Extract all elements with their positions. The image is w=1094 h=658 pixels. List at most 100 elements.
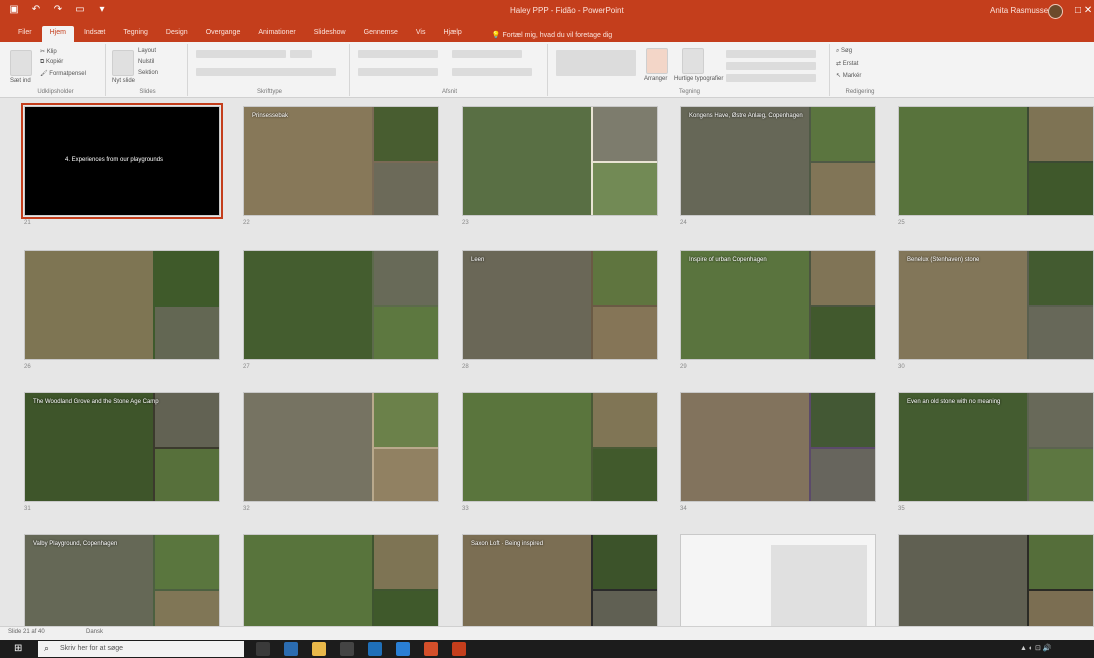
slide-thumbnail[interactable] <box>243 392 439 502</box>
slide-title: Inspire of urban Copenhagen <box>689 257 767 263</box>
align-buttons[interactable] <box>358 68 438 76</box>
slide-photo <box>681 107 809 215</box>
tab-slideshow[interactable]: Slideshow <box>306 26 354 42</box>
file-explorer-icon[interactable] <box>312 642 326 656</box>
slide-thumbnail[interactable]: Leen <box>462 250 658 360</box>
shape-effects-button[interactable] <box>726 74 816 82</box>
tab-gennemse[interactable]: Gennemse <box>356 26 406 42</box>
font-name-select[interactable] <box>196 50 286 58</box>
shapes-gallery[interactable] <box>556 50 636 76</box>
cut-button[interactable]: ✂ Klip <box>40 48 57 55</box>
powerpoint-icon[interactable] <box>452 642 466 656</box>
reset-button[interactable]: Nulstil <box>138 59 154 65</box>
new-slide-button[interactable] <box>112 50 134 76</box>
user-name[interactable]: Anita Rasmussen <box>990 6 1053 15</box>
slide-thumbnail[interactable]: Even an old stone with no meaning <box>898 392 1094 502</box>
slide-thumbnail[interactable]: Inspire of urban Copenhagen <box>680 250 876 360</box>
tab-animationer[interactable]: Animationer <box>250 26 303 42</box>
window-controls[interactable]: □ ✕ <box>1075 5 1092 16</box>
slide-title: 4. Experiences from our playgrounds <box>65 157 164 163</box>
slide-number: 29 <box>680 364 687 370</box>
font-format-buttons[interactable] <box>196 68 336 76</box>
tell-me-search[interactable]: 💡 Fortæl mig, hvad du vil foretage dig <box>484 28 620 42</box>
slide-thumbnail[interactable]: Saxon Loft · Being inspired <box>462 534 658 626</box>
slide-photo <box>1029 107 1093 161</box>
window-title: Haley PPP - Fidão - PowerPoint <box>510 6 624 15</box>
tab-hjem[interactable]: Hjem <box>41 26 74 42</box>
save-icon[interactable]: ▣ <box>8 4 20 16</box>
slide-photo <box>681 251 809 359</box>
shape-outline-button[interactable] <box>726 62 816 70</box>
quick-styles-button[interactable] <box>682 48 704 74</box>
arrange-button[interactable] <box>646 48 668 74</box>
arrange-label: Arranger <box>644 76 668 82</box>
tell-me-label: Fortæl mig, hvad du vil foretage dig <box>502 32 613 39</box>
shape-fill-button[interactable] <box>726 50 816 58</box>
slide-thumbnail[interactable]: Valby Playground, Copenhagen <box>24 534 220 626</box>
slide-thumbnail[interactable]: Prinsessebak <box>243 106 439 216</box>
system-tray[interactable]: ▲ ◐ ⊡ 🔊 <box>1020 644 1052 652</box>
start-presentation-icon[interactable]: ▭ <box>74 4 86 16</box>
copy-button[interactable]: ⧉ Kopiér <box>40 59 63 66</box>
slide-photo <box>25 251 153 359</box>
find-button[interactable]: ⌕ Søg <box>836 48 852 55</box>
tab-filer[interactable]: Filer <box>10 26 40 42</box>
slide-number: 21 <box>24 220 31 226</box>
slide-thumbnail[interactable]: 4. Experiences from our playgrounds <box>21 103 223 219</box>
slide-number: 25 <box>898 220 905 226</box>
skype-icon[interactable] <box>396 642 410 656</box>
format-painter-button[interactable]: 🖌 Formatpensel <box>40 70 86 77</box>
taskbar-search-input[interactable]: ⌕ Skriv her for at søge <box>38 641 244 657</box>
select-button[interactable]: ↖ Markér <box>836 72 861 79</box>
slide-thumbnail[interactable] <box>898 534 1094 626</box>
list-buttons[interactable] <box>358 50 438 58</box>
undo-icon[interactable]: ↶ <box>30 4 42 16</box>
redo-icon[interactable]: ↷ <box>52 4 64 16</box>
avatar[interactable] <box>1048 4 1063 19</box>
tab-overgange[interactable]: Overgange <box>198 26 249 42</box>
slide-sorter-canvas[interactable]: 4. Experiences from our playgrounds 21 Pri… <box>0 98 1094 626</box>
tab-design[interactable]: Design <box>158 26 196 42</box>
slide-title: Benelux (Stenhaven) stone <box>907 257 980 263</box>
paste-label: Sæt ind <box>10 78 31 84</box>
edge-icon[interactable] <box>284 642 298 656</box>
slide-thumbnail[interactable] <box>462 392 658 502</box>
slide-photo <box>1029 449 1093 501</box>
font-size-select[interactable] <box>290 50 312 58</box>
tab-tegning[interactable]: Tegning <box>115 26 156 42</box>
slide-thumbnail[interactable] <box>243 250 439 360</box>
slide-thumbnail[interactable] <box>680 392 876 502</box>
paste-button[interactable] <box>10 50 32 76</box>
slide-thumbnail[interactable] <box>243 534 439 626</box>
mail-icon[interactable] <box>368 642 382 656</box>
search-icon: ⌕ <box>44 643 50 653</box>
slide-thumbnail[interactable] <box>24 250 220 360</box>
tab-hjælp[interactable]: Hjælp <box>435 26 469 42</box>
smartart-button[interactable] <box>452 68 532 76</box>
slide-photo <box>244 107 372 215</box>
language-indicator[interactable]: Dansk <box>86 629 103 635</box>
slide-thumbnail[interactable]: Benelux (Stenhaven) stone <box>898 250 1094 360</box>
tab-indsæt[interactable]: Indsæt <box>76 26 113 42</box>
customize-icon[interactable]: ▾ <box>96 4 108 16</box>
slide-photo <box>374 251 438 305</box>
text-direction-buttons[interactable] <box>452 50 522 58</box>
layout-button[interactable]: Layout <box>138 48 156 54</box>
replace-button[interactable]: ⇄ Erstat <box>836 60 858 67</box>
chrome-icon[interactable] <box>424 642 438 656</box>
slide-thumbnail[interactable] <box>898 106 1094 216</box>
slide-thumbnail[interactable] <box>462 106 658 216</box>
tab-vis[interactable]: Vis <box>408 26 434 42</box>
store-icon[interactable] <box>340 642 354 656</box>
slide-photo <box>593 449 657 501</box>
slide-photo <box>899 393 1027 501</box>
slide-photo <box>25 535 153 626</box>
ribbon: Sæt ind ✂ Klip ⧉ Kopiér 🖌 Formatpensel U… <box>0 42 1094 98</box>
windows-start-icon[interactable]: ⊞ <box>14 644 24 654</box>
slide-thumbnail[interactable]: Kongens Have, Østre Anlæg, Copenhagen <box>680 106 876 216</box>
section-button[interactable]: Sektion <box>138 70 158 76</box>
task-view-icon[interactable] <box>256 642 270 656</box>
slide-thumbnail[interactable] <box>680 534 876 626</box>
slide-photo <box>681 393 809 501</box>
slide-thumbnail[interactable]: The Woodland Grove and the Stone Age Cam… <box>24 392 220 502</box>
